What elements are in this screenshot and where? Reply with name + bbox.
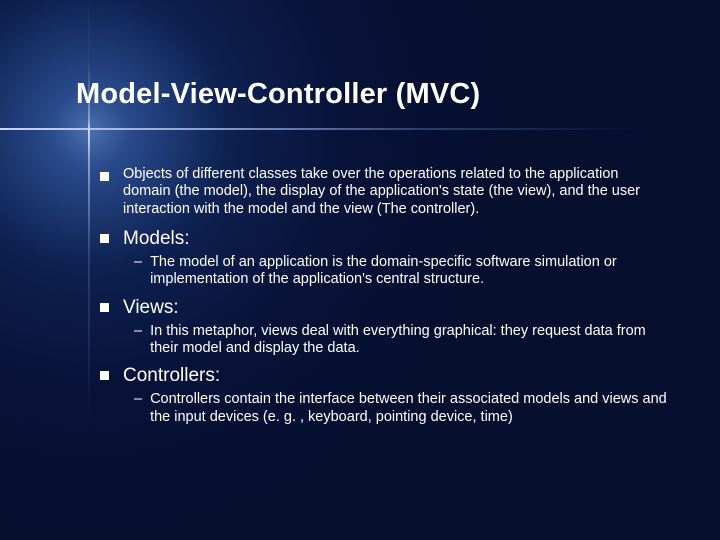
square-bullet-icon bbox=[100, 234, 109, 243]
dash-bullet-icon: – bbox=[134, 254, 142, 289]
bullet-text: Objects of different classes take over t… bbox=[123, 166, 670, 218]
dash-bullet-icon: – bbox=[134, 391, 142, 426]
square-bullet-icon bbox=[100, 172, 109, 181]
sub-bullet-views: – In this metaphor, views deal with ever… bbox=[134, 323, 670, 358]
horizontal-divider bbox=[0, 128, 720, 130]
sub-bullet-text: In this metaphor, views deal with everyt… bbox=[150, 323, 670, 358]
sub-bullet-text: Controllers contain the interface betwee… bbox=[150, 391, 670, 426]
sub-bullet-text: The model of an application is the domai… bbox=[150, 254, 670, 289]
dash-bullet-icon: – bbox=[134, 323, 142, 358]
bullet-models: Models: bbox=[100, 228, 670, 250]
slide-body: Objects of different classes take over t… bbox=[100, 166, 670, 434]
square-bullet-icon bbox=[100, 371, 109, 380]
bullet-controllers: Controllers: bbox=[100, 365, 670, 387]
sub-bullet-controllers: – Controllers contain the interface betw… bbox=[134, 391, 670, 426]
bullet-text: Controllers: bbox=[123, 365, 220, 387]
slide-title: Model-View-Controller (MVC) bbox=[76, 78, 480, 111]
bullet-intro: Objects of different classes take over t… bbox=[100, 166, 670, 218]
bullet-text: Views: bbox=[123, 297, 179, 319]
bullet-views: Views: bbox=[100, 297, 670, 319]
sub-bullet-models: – The model of an application is the dom… bbox=[134, 254, 670, 289]
bullet-text: Models: bbox=[123, 228, 190, 250]
slide: Model-View-Controller (MVC) Objects of d… bbox=[0, 0, 720, 540]
square-bullet-icon bbox=[100, 303, 109, 312]
